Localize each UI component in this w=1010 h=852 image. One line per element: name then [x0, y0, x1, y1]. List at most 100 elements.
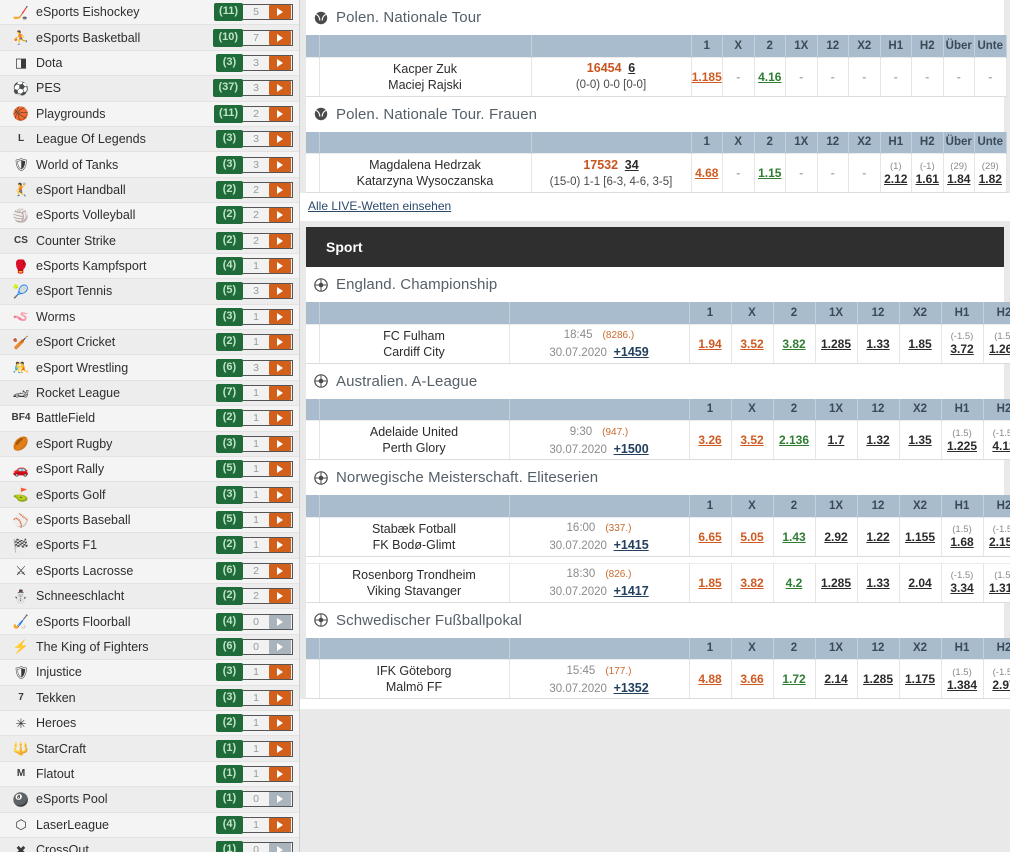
match-teams[interactable]: IFK Göteborg Malmö FF — [319, 659, 510, 699]
odds-cell[interactable]: (1.5) 1.384 — [941, 659, 984, 699]
odds-value[interactable]: 1.32 — [866, 433, 889, 447]
odds-value[interactable]: 1.175 — [905, 672, 935, 686]
odds-value[interactable]: 3.66 — [740, 672, 763, 686]
odds-cell[interactable]: - — [974, 56, 1007, 97]
play-icon[interactable] — [269, 716, 291, 731]
odds-cell[interactable]: (29) 1.82 — [974, 153, 1007, 193]
odds-value[interactable]: 2.97 — [992, 678, 1010, 692]
odds-cell[interactable]: - — [722, 153, 755, 193]
sidebar-item-esports-volleyball[interactable]: 🏐 eSports Volleyball (2) 2 — [0, 203, 299, 229]
sidebar-item-rocket-league[interactable]: 🏎 Rocket League (7) 1 — [0, 380, 299, 407]
odds-value[interactable]: 1.94 — [698, 337, 721, 351]
odds-cell[interactable]: (-1) 1.61 — [911, 153, 944, 193]
odds-cell[interactable]: 1.7 — [815, 420, 858, 460]
league-header[interactable]: Norwegische Meisterschaft. Eliteserien — [306, 460, 1004, 495]
odds-value[interactable]: 4.16 — [758, 70, 781, 84]
match-row[interactable]: ❯ Rosenborg Trondheim Viking Stavanger 18:3… — [306, 562, 1010, 603]
sidebar-item-esport-tennis[interactable]: 🎾 eSport Tennis (5) 3 — [0, 279, 299, 305]
sidebar-item-esport-wrestling[interactable]: 🤼 eSport Wrestling (6) 3 — [0, 355, 299, 381]
sidebar-item-esport-cricket[interactable]: 🏏 eSport Cricket (2) 1 — [0, 330, 299, 356]
odds-cell[interactable]: 3.52 — [731, 323, 774, 364]
match-row[interactable]: ❯ Kacper Zuk Maciej Rajski 16454 6 (0-0) 0-0… — [306, 56, 1007, 97]
league-header[interactable]: England. Championship — [306, 267, 1004, 302]
odds-value[interactable]: 1.15 — [758, 166, 781, 180]
sidebar-item-worms[interactable]: 🪱 Worms (3) 1 — [0, 304, 299, 331]
match-row[interactable]: ❯ Stabæk Fotball FK Bodø-Glimt 16:00 (337.)… — [306, 516, 1010, 557]
expand-match-icon[interactable]: ❯ — [306, 323, 320, 364]
odds-cell[interactable]: 1.72 — [773, 659, 816, 699]
odds-value[interactable]: 3.52 — [740, 433, 763, 447]
odds-cell[interactable]: (-1.5)2.97 — [983, 659, 1010, 699]
play-icon[interactable] — [269, 55, 291, 70]
odds-value[interactable]: 4.88 — [698, 672, 721, 686]
odds-cell[interactable]: 1.155 — [899, 516, 942, 557]
odds-cell[interactable]: 1.33 — [857, 323, 900, 364]
odds-cell[interactable]: 3.52 — [731, 420, 774, 460]
odds-cell[interactable]: 3.26 — [689, 420, 732, 460]
odds-value[interactable]: 4.12 — [992, 439, 1010, 453]
play-icon[interactable] — [269, 30, 291, 45]
odds-value[interactable]: 1.82 — [979, 172, 1002, 186]
sidebar-item-playgrounds[interactable]: 🏀 Playgrounds (11) 2 — [0, 101, 299, 127]
odds-cell[interactable]: 3.82 — [773, 323, 816, 364]
odds-value[interactable]: 2.92 — [824, 530, 847, 544]
odds-value[interactable]: 1.285 — [863, 672, 893, 686]
play-icon[interactable] — [269, 462, 291, 477]
expand-match-icon[interactable]: ❯ — [306, 659, 320, 699]
sidebar-item-esports-pool[interactable]: 🎱 eSports Pool (1) 0 — [0, 787, 299, 813]
odds-cell[interactable]: - — [848, 153, 881, 193]
odds-value[interactable]: 1.35 — [908, 433, 931, 447]
odds-cell[interactable]: 3.82 — [731, 562, 774, 603]
play-icon[interactable] — [269, 309, 291, 324]
odds-cell[interactable]: (29) 1.84 — [943, 153, 975, 193]
play-icon[interactable] — [269, 106, 291, 121]
extra-markets-count[interactable]: 6 — [628, 61, 635, 75]
sidebar-item-the-king-of-fighters[interactable]: ⚡ The King of Fighters (6) 0 — [0, 634, 299, 661]
odds-value[interactable]: 1.84 — [947, 172, 970, 186]
odds-cell[interactable]: 1.185 — [691, 56, 723, 97]
play-icon[interactable] — [269, 741, 291, 756]
odds-cell[interactable]: 4.68 — [691, 153, 723, 193]
odds-cell[interactable]: 2.92 — [815, 516, 858, 557]
sidebar-item-esports-basketball[interactable]: ⛹ eSports Basketball (10) 7 — [0, 25, 299, 51]
sidebar-item-tekken[interactable]: 7 Tekken (3) 1 — [0, 685, 299, 711]
play-icon[interactable] — [269, 589, 291, 604]
odds-cell[interactable]: 2.136 — [773, 420, 816, 460]
play-icon[interactable] — [269, 411, 291, 426]
odds-cell[interactable]: (1.5) 1.68 — [941, 516, 984, 557]
odds-cell[interactable]: - — [880, 56, 912, 97]
odds-cell[interactable]: 1.175 — [899, 659, 942, 699]
odds-cell[interactable]: (1) 2.12 — [880, 153, 912, 193]
odds-value[interactable]: 1.72 — [782, 672, 805, 686]
match-row[interactable]: ❯ IFK Göteborg Malmö FF 15:45 (177.) 30.07.2… — [306, 659, 1010, 699]
sidebar-item-dota[interactable]: ◨ Dota (3) 3 — [0, 50, 299, 77]
odds-value[interactable]: 1.68 — [950, 535, 973, 549]
league-header[interactable]: Polen. Nationale Tour — [306, 0, 1004, 35]
odds-value[interactable]: 1.43 — [782, 530, 805, 544]
sidebar-item-laserleague[interactable]: ⬡ LaserLeague (4) 1 — [0, 812, 299, 838]
odds-cell[interactable]: - — [817, 56, 849, 97]
odds-cell[interactable]: (-1.5)4.12 — [983, 420, 1010, 460]
odds-value[interactable]: 1.155 — [905, 530, 935, 544]
odds-cell[interactable]: - — [943, 56, 975, 97]
play-icon[interactable] — [269, 766, 291, 781]
odds-cell[interactable]: - — [817, 153, 849, 193]
expand-match-icon[interactable]: ❯ — [306, 562, 320, 603]
odds-value[interactable]: 1.185 — [692, 70, 722, 84]
play-icon[interactable] — [269, 335, 291, 350]
league-header[interactable]: Schwedischer Fußballpokal — [306, 602, 1004, 638]
odds-value[interactable]: 3.52 — [740, 337, 763, 351]
sidebar-item-esport-rally[interactable]: 🚗 eSport Rally (5) 1 — [0, 457, 299, 483]
sidebar-item-world-of-tanks[interactable]: 🛡 World of Tanks (3) 3 — [0, 152, 299, 178]
expand-match-icon[interactable]: ❯ — [306, 153, 320, 193]
odds-cell[interactable]: 1.94 — [689, 323, 732, 364]
odds-cell[interactable]: 4.88 — [689, 659, 732, 699]
odds-cell[interactable]: 1.285 — [815, 323, 858, 364]
play-icon[interactable] — [269, 208, 291, 223]
odds-cell[interactable]: (1.5)1.315 — [983, 562, 1010, 603]
odds-value[interactable]: 2.14 — [824, 672, 847, 686]
match-teams[interactable]: Stabæk Fotball FK Bodø-Glimt — [319, 516, 510, 557]
match-teams[interactable]: Rosenborg Trondheim Viking Stavanger — [319, 562, 510, 603]
match-row[interactable]: ❯ FC Fulham Cardiff City 18:45 (8286.) 30.07… — [306, 323, 1010, 364]
odds-cell[interactable]: (-1.5)2.155 — [983, 516, 1010, 557]
